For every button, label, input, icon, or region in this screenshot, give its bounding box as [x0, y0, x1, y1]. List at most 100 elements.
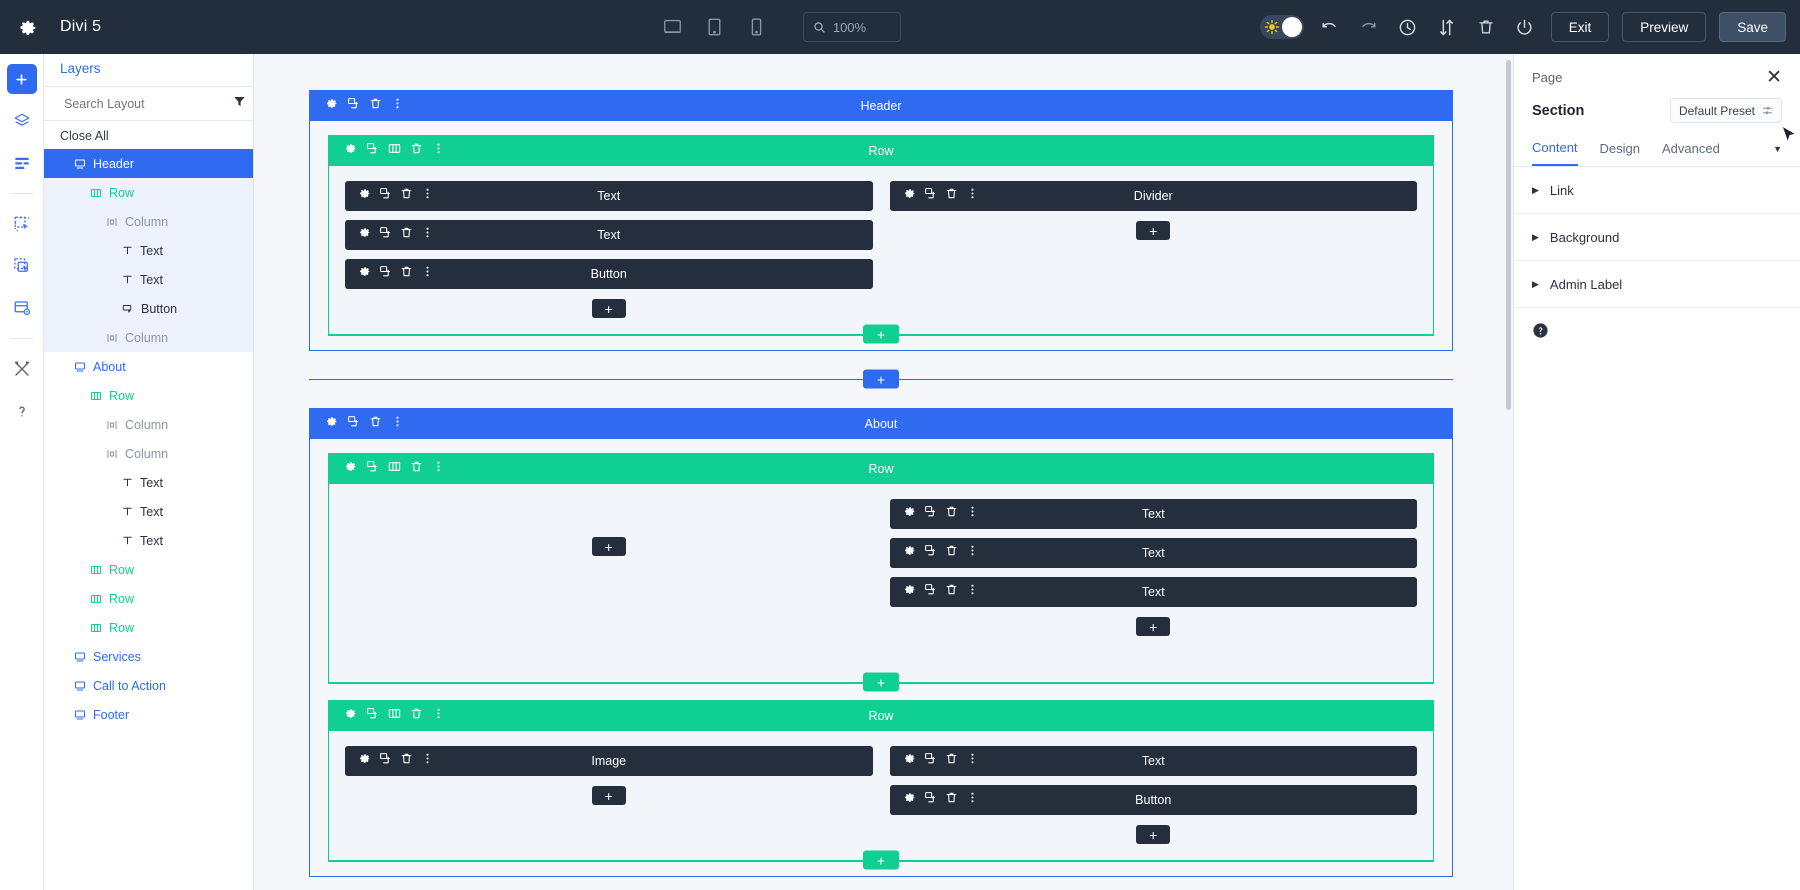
preview-button[interactable]: Preview	[1622, 12, 1707, 42]
save-button[interactable]: Save	[1719, 12, 1786, 42]
canvas-row[interactable]: Row Text Text Button + Divider + +	[328, 135, 1434, 344]
row-duplicate-icon[interactable]	[366, 142, 379, 160]
layer-item-column[interactable]: Column	[44, 439, 253, 468]
section-settings-icon[interactable]	[325, 97, 338, 115]
drag-select-icon[interactable]	[7, 209, 37, 239]
layer-item-footer[interactable]: Footer	[44, 700, 253, 729]
row-more-icon[interactable]	[432, 142, 445, 160]
layer-item-text[interactable]: Text	[44, 497, 253, 526]
help-circle-icon[interactable]	[1532, 322, 1800, 344]
section-more-icon[interactable]	[391, 415, 404, 433]
panel-settings-icon[interactable]	[7, 293, 37, 323]
row-delete-icon[interactable]	[410, 142, 423, 160]
add-row-button[interactable]: +	[863, 672, 899, 692]
tab-content[interactable]: Content	[1532, 140, 1578, 166]
section-duplicate-icon[interactable]	[347, 97, 360, 115]
canvas-column[interactable]: Text Text Text +	[889, 499, 1417, 666]
module-text[interactable]: Text	[889, 499, 1417, 529]
layer-item-button[interactable]: Button	[44, 294, 253, 323]
canvas-column[interactable]: Text Text Button +	[345, 181, 873, 318]
tablet-view-button[interactable]	[701, 13, 729, 41]
row-delete-icon[interactable]	[410, 460, 423, 478]
add-button[interactable]	[6, 64, 37, 94]
add-module-button[interactable]: +	[1136, 825, 1171, 844]
add-section-button[interactable]: +	[863, 369, 899, 389]
undo-arrow-icon[interactable]	[1317, 14, 1343, 40]
module-text[interactable]: Text	[345, 181, 873, 211]
layers-button[interactable]	[7, 106, 37, 136]
clock-icon[interactable]	[1395, 14, 1421, 40]
layer-item-row[interactable]: Row	[44, 555, 253, 584]
row-delete-icon[interactable]	[410, 707, 423, 725]
layer-item-row[interactable]: Row	[44, 381, 253, 410]
module-text[interactable]: Text	[889, 746, 1417, 776]
row-more-icon[interactable]	[432, 460, 445, 478]
row-more-icon[interactable]	[432, 707, 445, 725]
tab-design[interactable]: Design	[1600, 141, 1640, 165]
layer-item-column[interactable]: Column	[44, 207, 253, 236]
phone-view-button[interactable]	[743, 13, 771, 41]
close-all-button[interactable]: Close All	[44, 121, 253, 149]
canvas-row[interactable]: Row Image + Text Button + +	[328, 700, 1434, 870]
section-settings-icon[interactable]	[325, 415, 338, 433]
layer-item-row[interactable]: Row	[44, 584, 253, 613]
gear-icon[interactable]	[10, 10, 44, 44]
layer-item-row[interactable]: Row	[44, 178, 253, 207]
row-settings-icon[interactable]	[344, 460, 357, 478]
list-button[interactable]	[7, 148, 37, 178]
trash-icon[interactable]	[1473, 14, 1499, 40]
layer-item-row[interactable]: Row	[44, 613, 253, 642]
row-columns-icon[interactable]	[388, 142, 401, 160]
row-duplicate-icon[interactable]	[366, 707, 379, 725]
clone-select-icon[interactable]	[7, 251, 37, 281]
sort-arrows-icon[interactable]	[1434, 14, 1460, 40]
layer-item-text[interactable]: Text	[44, 265, 253, 294]
section-delete-icon[interactable]	[369, 415, 382, 433]
row-settings-icon[interactable]	[344, 142, 357, 160]
canvas-scrollbar[interactable]	[1506, 60, 1511, 410]
desktop-view-button[interactable]	[659, 13, 687, 41]
accordion-admin-label[interactable]: ▶ Admin Label	[1514, 261, 1800, 308]
tab-advanced[interactable]: Advanced	[1662, 141, 1720, 165]
filter-icon[interactable]	[233, 95, 246, 113]
question-icon[interactable]	[7, 396, 37, 426]
section-delete-icon[interactable]	[369, 97, 382, 115]
module-image[interactable]: Image	[345, 746, 873, 776]
add-module-button[interactable]: +	[591, 537, 626, 556]
layer-item-about[interactable]: About	[44, 352, 253, 381]
canvas-column[interactable]: Text Button +	[889, 746, 1417, 844]
row-columns-icon[interactable]	[388, 707, 401, 725]
layer-item-services[interactable]: Services	[44, 642, 253, 671]
close-icon[interactable]: ✕	[1766, 68, 1782, 87]
canvas-column[interactable]: Divider +	[889, 181, 1417, 318]
layer-item-column[interactable]: Column	[44, 410, 253, 439]
add-module-button[interactable]: +	[1136, 617, 1171, 636]
layer-item-text[interactable]: Text	[44, 236, 253, 265]
layer-item-call-to-action[interactable]: Call to Action	[44, 671, 253, 700]
power-icon[interactable]	[1512, 14, 1538, 40]
layer-item-text[interactable]: Text	[44, 526, 253, 555]
canvas-row[interactable]: Row + Text Text Text + +	[328, 453, 1434, 692]
row-columns-icon[interactable]	[388, 460, 401, 478]
row-settings-icon[interactable]	[344, 707, 357, 725]
accordion-link[interactable]: ▶ Link	[1514, 167, 1800, 214]
wrench-icon[interactable]	[7, 354, 37, 384]
zoom-level-field[interactable]: 100%	[802, 12, 901, 42]
section-more-icon[interactable]	[391, 97, 404, 115]
layer-item-column[interactable]: Column	[44, 323, 253, 352]
module-text[interactable]: Text	[889, 538, 1417, 568]
row-duplicate-icon[interactable]	[366, 460, 379, 478]
add-module-button[interactable]: +	[591, 786, 626, 805]
add-row-button[interactable]: +	[863, 850, 899, 870]
chevron-down-icon[interactable]: ▼	[1773, 144, 1782, 163]
add-module-button[interactable]: +	[1136, 221, 1171, 240]
section-duplicate-icon[interactable]	[347, 415, 360, 433]
add-module-button[interactable]: +	[591, 299, 626, 318]
module-button[interactable]: Button	[345, 259, 873, 289]
tab-layers[interactable]: Layers	[44, 61, 113, 86]
canvas-section[interactable]: Header Row Text Text Button + Divider + +	[309, 90, 1453, 351]
preset-dropdown[interactable]: Default Preset	[1669, 98, 1782, 123]
wireframe-toggle[interactable]	[1259, 15, 1304, 39]
canvas-column[interactable]: +	[345, 499, 873, 666]
module-button[interactable]: Button	[889, 785, 1417, 815]
